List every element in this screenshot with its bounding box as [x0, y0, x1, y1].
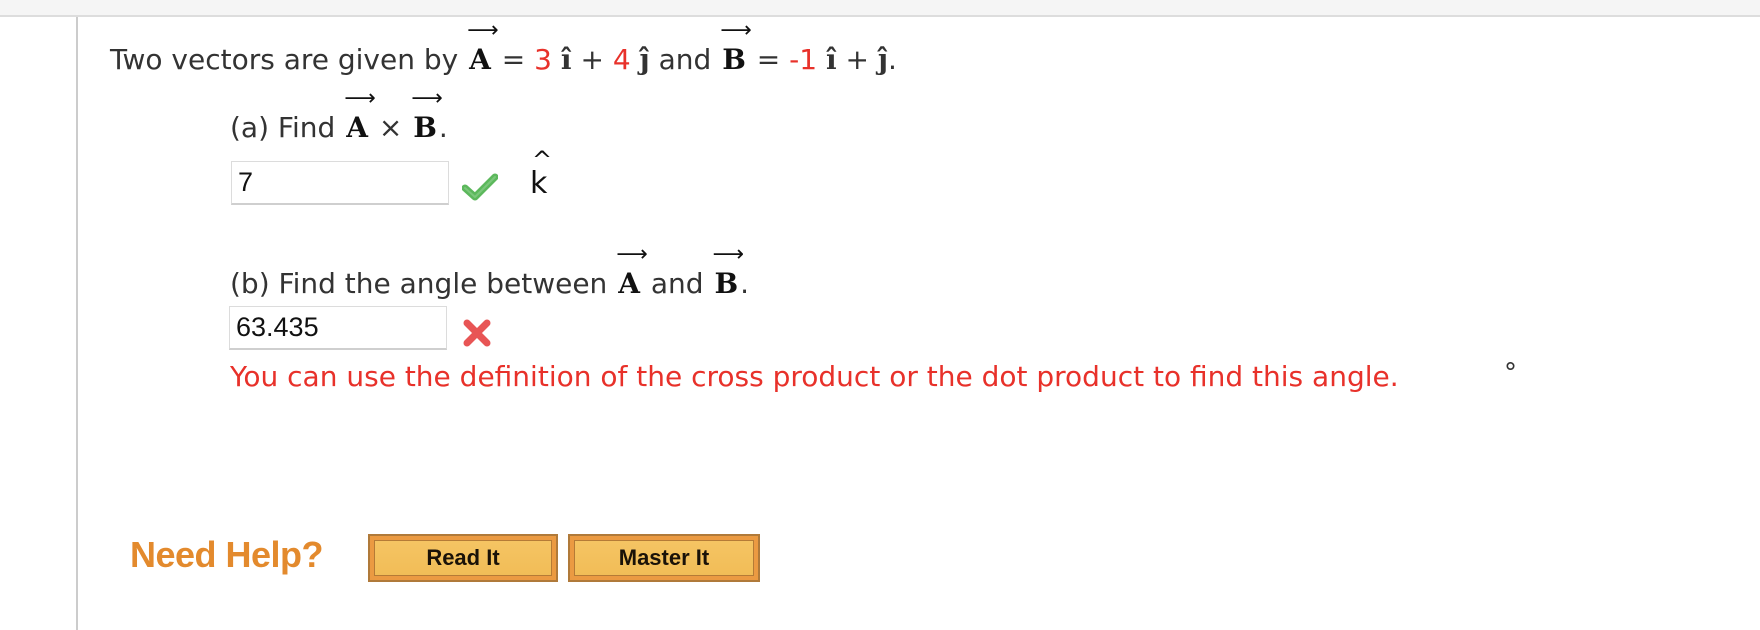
read-it-label: Read It [374, 540, 552, 576]
connector-text: and [658, 43, 712, 76]
need-help-label: Need Help? [130, 534, 324, 575]
cross-operator: × [378, 111, 403, 144]
vector-a-symbol: ⟶ A [616, 242, 648, 301]
part-a-answer-input[interactable] [231, 161, 449, 205]
master-it-label: Master It [574, 540, 754, 576]
equals-sign: = [501, 43, 526, 76]
hat-icon: ^ [532, 146, 553, 174]
top-bar [0, 0, 1760, 17]
i-hat-unit: î [560, 43, 572, 76]
plus-sign: + [580, 43, 604, 76]
vector-b-symbol: ⟶ B [411, 86, 443, 145]
vector-arrow-icon: ⟶ [616, 242, 648, 267]
end-punctuation: . [888, 43, 897, 76]
vector-arrow-icon: ⟶ [712, 242, 744, 267]
correct-checkmark-icon [461, 172, 499, 206]
vector-a-i-coefficient: 3 [534, 43, 552, 76]
end-punctuation: . [740, 267, 750, 300]
question-statement: Two vectors are given by ⟶ A = 3 î + 4 ĵ … [110, 18, 897, 78]
vector-a-symbol: ⟶ A [344, 86, 376, 145]
degree-unit: ° [1504, 358, 1517, 388]
master-it-button[interactable]: Master It [568, 534, 760, 582]
vector-arrow-icon: ⟶ [411, 86, 443, 111]
intro-text: Two vectors are given by [110, 43, 459, 76]
vector-a-symbol: ⟶ A [467, 18, 499, 77]
part-a-label: (a) Find [230, 111, 336, 144]
k-hat-unit: ^ k [530, 146, 553, 201]
incorrect-x-icon [462, 318, 492, 352]
part-b-label: (b) Find the angle between [230, 267, 608, 300]
part-b-feedback: You can use the definition of the cross … [230, 360, 1399, 393]
j-hat-unit: ĵ [877, 43, 889, 76]
part-b-prompt: (b) Find the angle between ⟶ A and ⟶ B. [230, 242, 750, 302]
vector-b-symbol: ⟶ B [720, 18, 752, 77]
left-divider [76, 17, 78, 630]
end-punctuation: . [438, 111, 448, 144]
read-it-button[interactable]: Read It [368, 534, 558, 582]
j-hat-unit: ĵ [639, 43, 650, 76]
vector-arrow-icon: ⟶ [720, 18, 752, 43]
connector-text: and [650, 267, 704, 300]
vector-arrow-icon: ⟶ [467, 18, 499, 43]
part-a-prompt: (a) Find ⟶ A × ⟶ B. [230, 86, 448, 146]
equals-sign: = [756, 43, 781, 76]
plus-sign: + [845, 43, 869, 76]
vector-b-i-coefficient: -1 [789, 43, 818, 76]
vector-b-symbol: ⟶ B [712, 242, 744, 301]
vector-arrow-icon: ⟶ [344, 86, 376, 111]
part-b-answer-input[interactable] [229, 306, 447, 350]
i-hat-unit: î [825, 43, 837, 76]
vector-a-j-coefficient: 4 [612, 43, 631, 76]
